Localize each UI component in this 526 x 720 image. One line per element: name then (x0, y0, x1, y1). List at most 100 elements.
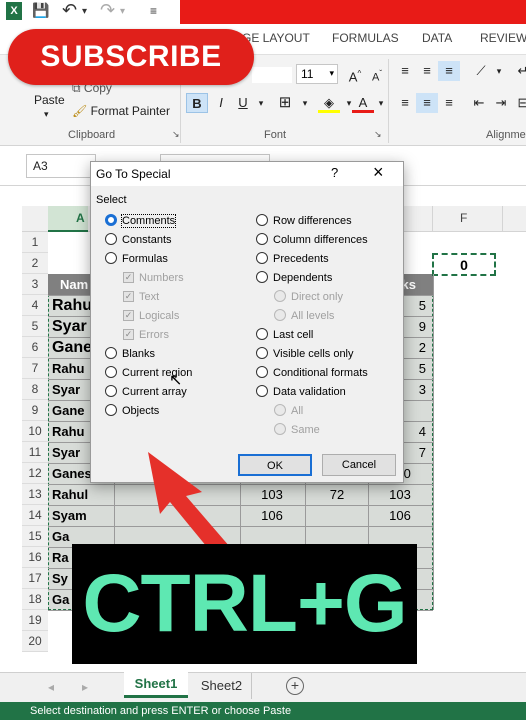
grow-font-button[interactable]: A^ (344, 64, 366, 84)
sheet-tab-sheet2[interactable]: Sheet2 (192, 673, 252, 699)
tab-review[interactable]: REVIEW (480, 31, 526, 45)
radio-icon[interactable] (256, 214, 268, 227)
radio-icon[interactable] (256, 271, 268, 284)
font-name-select[interactable] (252, 67, 292, 83)
row-header[interactable]: 11 (22, 442, 48, 463)
row-header[interactable]: 16 (22, 547, 48, 568)
row-header[interactable]: 12 (22, 463, 48, 484)
option-constants[interactable]: Constants (105, 233, 172, 249)
align-left-icon[interactable]: ≡ (394, 93, 416, 113)
checkbox-icon[interactable]: ✓ (123, 309, 134, 321)
align-bottom-icon[interactable]: ≡ (438, 61, 460, 81)
option-comments[interactable]: Comments (105, 214, 177, 230)
checkbox-icon[interactable]: ✓ (123, 271, 134, 283)
radio-icon[interactable] (256, 252, 268, 265)
clipboard-launcher-icon[interactable]: ↘ (172, 129, 180, 140)
orientation-dropdown-icon[interactable]: ▾ (488, 61, 510, 81)
align-top-icon[interactable]: ≡ (394, 61, 416, 81)
row-header[interactable]: 3 (22, 274, 48, 295)
row-header[interactable]: 10 (22, 421, 48, 442)
cell[interactable]: 106 (368, 505, 432, 526)
copy-marquee-cell[interactable]: 0 (432, 253, 496, 276)
option-formulas[interactable]: Formulas (105, 252, 168, 268)
option-text[interactable]: ✓ Text (123, 290, 159, 306)
radio-icon[interactable] (105, 366, 117, 379)
cell[interactable]: 103 (368, 484, 432, 505)
redo-dropdown-icon[interactable]: ▾ (120, 6, 125, 17)
radio-icon[interactable] (274, 423, 286, 436)
cell[interactable]: Rahul (52, 484, 114, 505)
align-right-icon[interactable]: ≡ (438, 93, 460, 113)
name-box[interactable]: A3 (26, 154, 96, 178)
close-button[interactable]: × (373, 162, 384, 183)
row-header[interactable]: 17 (22, 568, 48, 589)
ok-button[interactable]: OK (238, 454, 312, 476)
tab-data[interactable]: DATA (422, 31, 452, 45)
row-header[interactable]: 4 (22, 295, 48, 316)
option-last-cell[interactable]: Last cell (256, 328, 313, 344)
option-all-levels[interactable]: All levels (274, 309, 334, 325)
align-middle-icon[interactable]: ≡ (416, 61, 438, 81)
borders-dropdown-icon[interactable]: ▾ (294, 93, 316, 113)
paste-button[interactable]: Paste (34, 93, 65, 107)
radio-icon[interactable] (256, 328, 268, 341)
option-same[interactable]: Same (274, 423, 320, 439)
borders-icon[interactable]: ⊞ (274, 93, 296, 113)
row-header[interactable]: 7 (22, 358, 48, 379)
undo-dropdown-icon[interactable]: ▾ (82, 6, 87, 17)
increase-indent-icon[interactable]: ⇥ (490, 93, 512, 113)
row-header[interactable]: 2 (22, 253, 48, 274)
radio-icon[interactable] (274, 309, 286, 322)
italic-button[interactable]: I (210, 93, 232, 113)
checkbox-icon[interactable]: ✓ (123, 328, 134, 340)
radio-icon[interactable] (105, 404, 117, 417)
cancel-button[interactable]: Cancel (322, 454, 396, 476)
scroll-left-icon[interactable]: ◂ (48, 680, 54, 694)
bold-button[interactable]: B (186, 93, 208, 113)
tab-formulas[interactable]: FORMULAS (332, 31, 399, 45)
fill-color-icon[interactable]: ◈ (318, 93, 340, 113)
option-precedents[interactable]: Precedents (256, 252, 329, 268)
radio-icon[interactable] (105, 214, 117, 227)
radio-icon[interactable] (256, 233, 268, 246)
option-data-validation[interactable]: Data validation (256, 385, 346, 401)
option-row-differences[interactable]: Row differences (256, 214, 352, 230)
cell[interactable]: 106 (240, 505, 304, 526)
row-header[interactable]: 14 (22, 505, 48, 526)
tab-page-layout[interactable]: GE LAYOUT (242, 31, 310, 45)
option-direct-only[interactable]: Direct only (274, 290, 343, 306)
row-header[interactable]: 18 (22, 589, 48, 610)
radio-icon[interactable] (274, 290, 286, 303)
radio-icon[interactable] (256, 347, 268, 360)
shrink-font-button[interactable]: Aˇ (366, 64, 388, 84)
radio-icon[interactable] (105, 252, 117, 265)
radio-icon[interactable] (105, 347, 117, 360)
wrap-text-icon[interactable]: ↵ (512, 61, 526, 81)
radio-icon[interactable] (256, 366, 268, 379)
cell[interactable]: 103 (240, 484, 304, 505)
add-sheet-button[interactable]: + (286, 677, 304, 695)
undo-icon[interactable]: ↶ (62, 0, 77, 21)
merge-center-icon[interactable]: ⊟ (512, 93, 526, 113)
cell[interactable]: Syam (52, 505, 114, 526)
font-launcher-icon[interactable]: ↘ (374, 129, 382, 140)
underline-dropdown-icon[interactable]: ▾ (250, 93, 272, 113)
paste-dropdown-icon[interactable]: ▾ (44, 109, 49, 120)
customize-qat-icon[interactable]: ≡ (150, 4, 157, 18)
option-all[interactable]: All (274, 404, 303, 420)
help-button[interactable]: ? (331, 165, 338, 180)
decrease-indent-icon[interactable]: ⇤ (468, 93, 490, 113)
scroll-right-icon[interactable]: ▸ (82, 680, 88, 694)
cell[interactable]: 72 (305, 484, 369, 505)
option-column-differences[interactable]: Column differences (256, 233, 368, 249)
row-header[interactable]: 15 (22, 526, 48, 547)
radio-icon[interactable] (105, 385, 117, 398)
option-visible-cells-only[interactable]: Visible cells only (256, 347, 354, 363)
radio-icon[interactable] (105, 233, 117, 246)
radio-icon[interactable] (256, 385, 268, 398)
row-header[interactable]: 9 (22, 400, 48, 421)
option-objects[interactable]: Objects (105, 404, 159, 420)
format-painter-button[interactable]: 🖌 Format Painter (72, 104, 170, 118)
row-header[interactable]: 6 (22, 337, 48, 358)
row-header[interactable]: 1 (22, 232, 48, 253)
